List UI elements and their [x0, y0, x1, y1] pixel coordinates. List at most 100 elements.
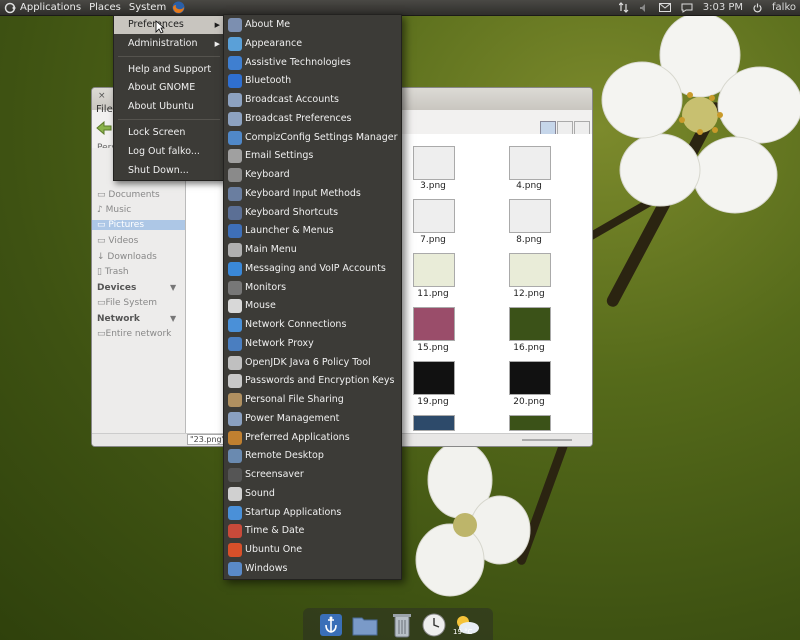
- places-menu[interactable]: Places: [85, 0, 125, 15]
- menu-item-messaging-and-voip-accounts[interactable]: Messaging and VoIP Accounts: [224, 260, 401, 278]
- menu-item-lock-screen[interactable]: Lock Screen: [114, 124, 224, 142]
- file-thumbnail[interactable]: [509, 253, 551, 287]
- menu-item-shut-down[interactable]: Shut Down...: [114, 162, 224, 180]
- clock-icon[interactable]: [420, 611, 448, 639]
- menu-item-remote-desktop[interactable]: Remote Desktop: [224, 447, 401, 465]
- ubuntu-logo-icon[interactable]: [4, 2, 16, 14]
- file-thumbnail[interactable]: [413, 146, 455, 180]
- applications-menu[interactable]: Applications: [16, 0, 85, 15]
- file-label[interactable]: 7.png: [403, 235, 463, 245]
- menu-item-compizconfig-settings-manager[interactable]: CompizConfig Settings Manager: [224, 129, 401, 147]
- menu-item-sound[interactable]: Sound: [224, 485, 401, 503]
- menu-item-preferred-applications[interactable]: Preferred Applications: [224, 429, 401, 447]
- sidebar-item-downloads[interactable]: ↓ Downloads: [97, 252, 157, 262]
- system-menu[interactable]: System: [125, 0, 170, 15]
- file-label[interactable]: 20.png: [499, 397, 559, 407]
- menu-item-monitors[interactable]: Monitors: [224, 279, 401, 297]
- speaker-icon[interactable]: [639, 3, 649, 13]
- file-thumbnail[interactable]: [509, 146, 551, 180]
- menu-item-ubuntu-one[interactable]: Ubuntu One: [224, 541, 401, 559]
- keyboard-icon: [228, 186, 242, 201]
- menu-item-mouse[interactable]: Mouse: [224, 297, 401, 315]
- anchor-icon[interactable]: [317, 611, 345, 639]
- folder-icon[interactable]: [351, 611, 379, 639]
- menu-item-keyboard-shortcuts[interactable]: Keyboard Shortcuts: [224, 204, 401, 222]
- sidebar-item-file-system[interactable]: ▭File System: [97, 298, 157, 308]
- menu-item-preferences[interactable]: Preferences▶: [114, 16, 224, 34]
- user-name-label[interactable]: falko: [772, 2, 796, 13]
- file-label[interactable]: 4.png: [499, 181, 559, 191]
- menu-item-about-gnome[interactable]: About GNOME: [114, 79, 224, 97]
- menu-item-assistive-technologies[interactable]: Assistive Technologies: [224, 54, 401, 72]
- sidebar-item-pictures[interactable]: ▭ Pictures: [92, 220, 185, 230]
- devices-collapse-icon[interactable]: ▼: [170, 283, 176, 292]
- zoom-slider[interactable]: [522, 439, 572, 441]
- menu-item-time-date[interactable]: Time & Date: [224, 522, 401, 540]
- menu-item-passwords-and-encryption-keys[interactable]: Passwords and Encryption Keys: [224, 372, 401, 390]
- back-arrow-icon[interactable]: [96, 120, 112, 138]
- trash-icon[interactable]: [388, 611, 416, 639]
- sidebar-item-videos[interactable]: ▭ Videos: [97, 236, 138, 246]
- clock-label[interactable]: 3:03 PM: [703, 2, 743, 13]
- menu-item-appearance[interactable]: Appearance: [224, 35, 401, 53]
- menu-item-keyboard[interactable]: Keyboard: [224, 166, 401, 184]
- trash-icon: ▯: [97, 267, 102, 277]
- menu-item-label: Messaging and VoIP Accounts: [245, 262, 386, 274]
- menu-item-bluetooth[interactable]: Bluetooth: [224, 72, 401, 90]
- menu-item-screensaver[interactable]: Screensaver: [224, 466, 401, 484]
- chat-bubble-icon[interactable]: [681, 3, 693, 13]
- menu-item-broadcast-preferences[interactable]: Broadcast Preferences: [224, 110, 401, 128]
- list-view-icon[interactable]: [557, 121, 573, 135]
- file-thumbnail[interactable]: [509, 307, 551, 341]
- sidebar-item-entire-network[interactable]: ▭Entire network: [97, 329, 171, 339]
- firefox-icon[interactable]: [172, 1, 185, 14]
- menu-item-startup-applications[interactable]: Startup Applications: [224, 504, 401, 522]
- compact-view-icon[interactable]: [574, 121, 590, 135]
- file-thumbnail[interactable]: [413, 307, 455, 341]
- file-label[interactable]: 8.png: [499, 235, 559, 245]
- menu-item-network-connections[interactable]: Network Connections: [224, 316, 401, 334]
- file-label[interactable]: 11.png: [403, 289, 463, 299]
- menu-item-email-settings[interactable]: Email Settings: [224, 147, 401, 165]
- menu-item-main-menu[interactable]: Main Menu: [224, 241, 401, 259]
- menu-item-windows[interactable]: Windows: [224, 560, 401, 578]
- file-label[interactable]: 15.png: [403, 343, 463, 353]
- file-thumbnail[interactable]: [509, 199, 551, 233]
- file-thumbnail[interactable]: [509, 415, 551, 431]
- sidebar-item-documents[interactable]: ▭ Documents: [97, 190, 160, 200]
- menu-item-launcher-menus[interactable]: Launcher & Menus: [224, 222, 401, 240]
- network-updown-icon[interactable]: [618, 2, 629, 13]
- file-menu[interactable]: File: [96, 104, 113, 115]
- file-thumbnail[interactable]: [509, 361, 551, 395]
- file-label[interactable]: 19.png: [403, 397, 463, 407]
- menu-item-openjdk-java-6-policy-tool[interactable]: OpenJDK Java 6 Policy Tool: [224, 354, 401, 372]
- music-icon: ♪: [97, 205, 103, 215]
- menu-item-label: Sound: [245, 487, 275, 499]
- power-icon[interactable]: [753, 3, 762, 13]
- network-collapse-icon[interactable]: ▼: [170, 314, 176, 323]
- menu-item-personal-file-sharing[interactable]: Personal File Sharing: [224, 391, 401, 409]
- file-label[interactable]: 12.png: [499, 289, 559, 299]
- sidebar-item-trash[interactable]: ▯ Trash: [97, 267, 129, 277]
- menu-item-broadcast-accounts[interactable]: Broadcast Accounts: [224, 91, 401, 109]
- view-mode-buttons: [540, 121, 590, 135]
- file-label[interactable]: 16.png: [499, 343, 559, 353]
- icon-view-icon[interactable]: [540, 121, 556, 135]
- close-window-icon[interactable]: ×: [98, 91, 106, 101]
- file-thumbnail[interactable]: [413, 253, 455, 287]
- file-thumbnail[interactable]: [413, 361, 455, 395]
- menu-item-keyboard-input-methods[interactable]: Keyboard Input Methods: [224, 185, 401, 203]
- menu-item-about-me[interactable]: About Me: [224, 16, 401, 34]
- menu-item-about-ubuntu[interactable]: About Ubuntu: [114, 98, 224, 116]
- menu-item-network-proxy[interactable]: Network Proxy: [224, 335, 401, 353]
- sidebar-item-music[interactable]: ♪ Music: [97, 205, 131, 215]
- menu-item-log-out[interactable]: Log Out falko...: [114, 143, 224, 161]
- menu-item-help-and-support[interactable]: Help and Support: [114, 61, 224, 79]
- file-thumbnail[interactable]: [413, 415, 455, 431]
- file-thumbnail[interactable]: [413, 199, 455, 233]
- envelope-icon[interactable]: [658, 3, 671, 12]
- menu-item-administration[interactable]: Administration ▶: [114, 35, 224, 53]
- folder-share-icon: [228, 393, 242, 407]
- file-label[interactable]: 3.png: [403, 181, 463, 191]
- menu-item-power-management[interactable]: Power Management: [224, 410, 401, 428]
